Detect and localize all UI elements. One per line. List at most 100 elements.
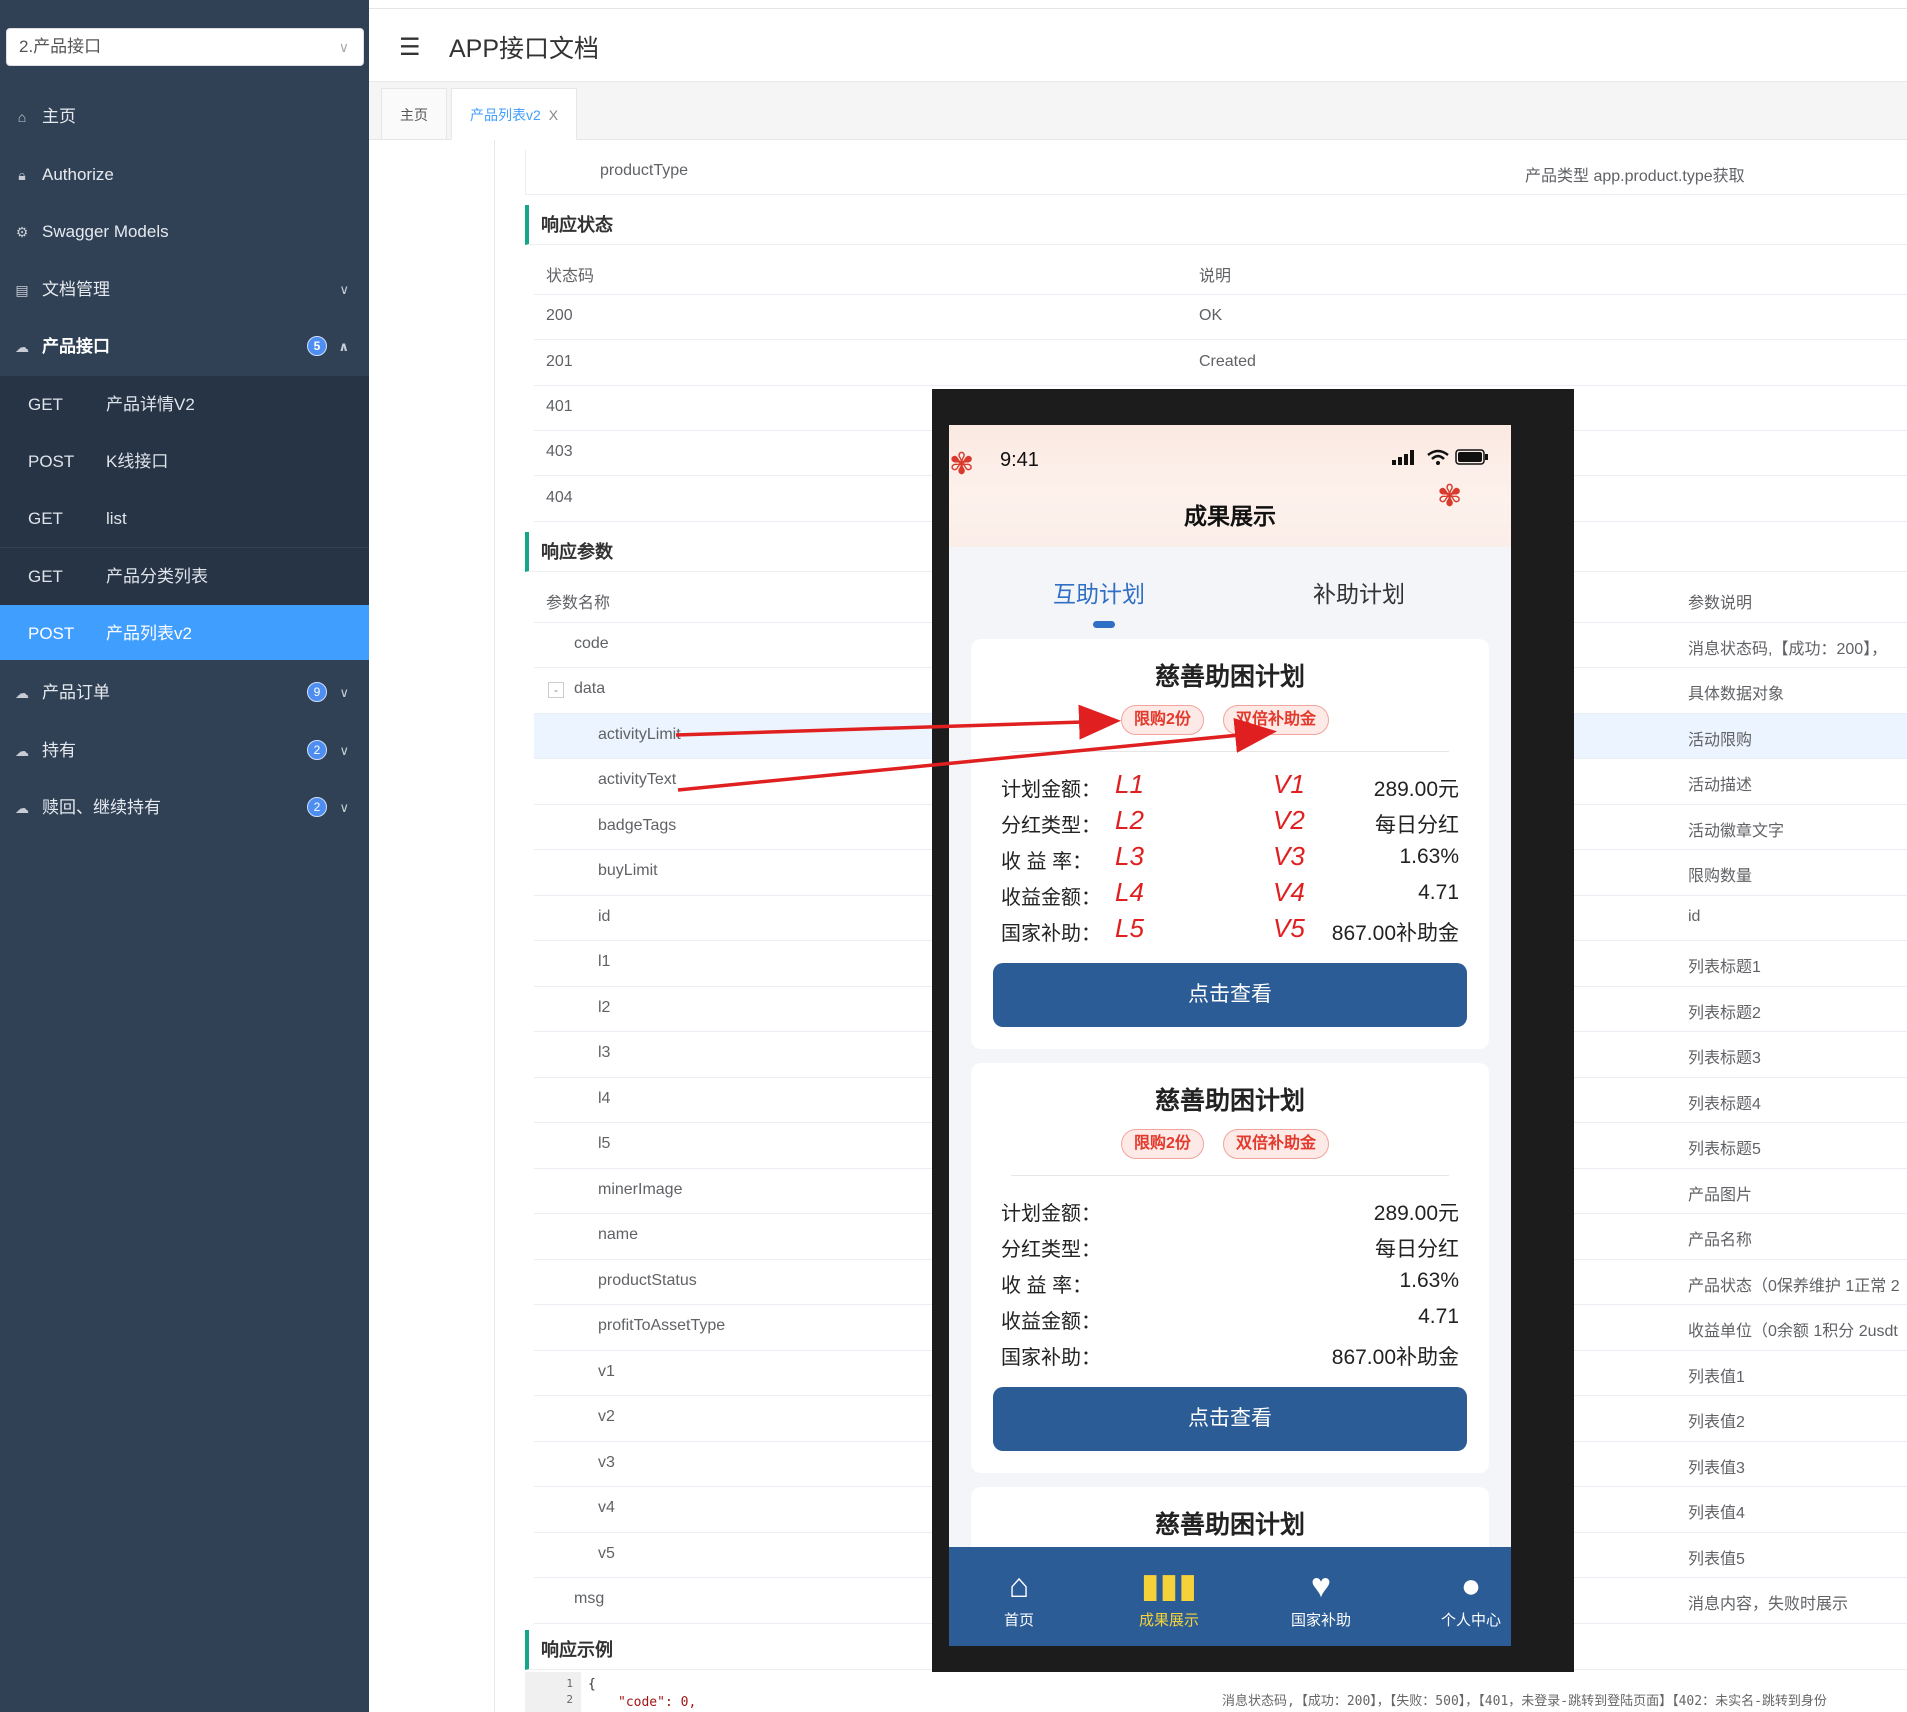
annotation-l4: L4 xyxy=(1115,877,1144,907)
annotation-v3: V3 xyxy=(1273,841,1305,871)
bonus-tag: 双倍补助金 xyxy=(1223,705,1330,735)
param-name: msg xyxy=(574,1590,605,1607)
param-desc: 列表值4 xyxy=(1688,1505,1745,1522)
sidebar-item-redeem[interactable]: ☁ 赎回、继续持有 2 ∨ xyxy=(0,779,369,836)
divider xyxy=(1011,751,1449,752)
code-line: "code": 0, xyxy=(618,1695,697,1710)
menu-fold-icon[interactable]: ☰ xyxy=(399,33,421,62)
tabbar-label: 首页 xyxy=(1003,1612,1034,1629)
sidebar-item-label: Authorize xyxy=(42,165,114,184)
status-code: 404 xyxy=(546,489,573,506)
param-name: v1 xyxy=(598,1362,615,1380)
sidebar-item-label: 产品接口 xyxy=(42,337,110,356)
sidebar-item-label: 产品订单 xyxy=(42,683,110,702)
tabbar-profile[interactable]: ● 个人中心 xyxy=(1401,1547,1511,1646)
section-title: 响应参数 xyxy=(541,542,613,562)
sidebar-subitem-product-list-v2[interactable]: POST 产品列表v2 xyxy=(0,605,369,660)
row-value: 867.00补助金 xyxy=(1331,1346,1459,1369)
row-key: 收益金额： xyxy=(1001,1311,1101,1333)
sidebar-item-authorize[interactable]: 🔒︎ Authorize xyxy=(0,146,369,203)
param-desc: id xyxy=(1688,907,1701,925)
status-code: 403 xyxy=(546,443,573,460)
sidebar-item-swagger-models[interactable]: ⚙ Swagger Models xyxy=(0,203,369,260)
code-gutter: 1 2 xyxy=(525,1672,581,1712)
phone-tabs: 互助计划 补助计划 xyxy=(949,547,1511,628)
plan-card: 慈善助困计划 限购2份 双倍补助金 计划金额： 289.00元 分红类型： 每日… xyxy=(971,1063,1489,1473)
view-button[interactable]: 点击查看 xyxy=(993,1387,1467,1451)
param-name: productStatus xyxy=(598,1271,697,1289)
param-desc: 产品图片 xyxy=(1688,1186,1753,1204)
tabbar-home[interactable]: ⌂ 首页 xyxy=(949,1547,1089,1646)
count-badge: 2 xyxy=(307,797,327,817)
param-desc: 产品状态（0保养维护 1正常 2 xyxy=(1688,1277,1900,1295)
tabbar-subsidy[interactable]: ♥ 国家补助 xyxy=(1251,1547,1391,1646)
status-icons xyxy=(1392,449,1489,470)
tab-mutual-aid-plan[interactable]: 互助计划 xyxy=(1053,575,1145,609)
table-row: productType 产品类型 app.product.type获取 xyxy=(525,150,1907,195)
row-value: 1.63% xyxy=(1399,1269,1459,1292)
cloud-icon: ☁ xyxy=(15,800,29,816)
param-desc: 产品类型 app.product.type获取 xyxy=(1525,168,1745,185)
row-key: 收益金额： xyxy=(1001,887,1101,909)
document-icon: ▤ xyxy=(15,282,29,298)
param-name: name xyxy=(598,1226,639,1243)
sidebar-item-label: 持有 xyxy=(42,741,76,760)
sidebar-item-product-api[interactable]: ☁ 产品接口 5 ∧ xyxy=(0,318,369,375)
sidebar-item-home[interactable]: ⌂ 主页 xyxy=(0,88,369,145)
cloud-icon: ☁ xyxy=(15,685,29,701)
plan-card: 慈善助困计划 限购2份 双倍补助金 计划金额： L1 V1 289.00元 分红… xyxy=(971,639,1489,1049)
phone-screen: ✾ ✾ 9:41 成果展示 互助计划 补助计划 慈善助困计划 限购2份 双倍补助… xyxy=(949,425,1511,1646)
signal-icon xyxy=(1392,450,1415,465)
lock-icon: 🔒︎ xyxy=(18,167,26,183)
status-code: 401 xyxy=(546,398,573,415)
tab-subsidy-plan[interactable]: 补助计划 xyxy=(1313,575,1405,609)
row-value: 289.00元 xyxy=(1373,1202,1459,1225)
sidebar-item-label: 赎回、继续持有 xyxy=(42,798,161,817)
sidebar-item-holdings[interactable]: ☁ 持有 2 ∨ xyxy=(0,722,369,779)
param-name: v5 xyxy=(598,1544,615,1562)
param-desc: 限购数量 xyxy=(1688,868,1753,885)
sidebar-item-label: 主页 xyxy=(42,107,76,126)
sidebar-item-orders[interactable]: ☁ 产品订单 9 ∨ xyxy=(0,664,369,721)
sidebar-subitem-category-list[interactable]: GET 产品分类列表 xyxy=(0,548,369,605)
line-number: 2 xyxy=(566,1693,573,1706)
tabbar-label: 国家补助 xyxy=(1290,1612,1351,1629)
param-name: l4 xyxy=(598,1089,611,1107)
row-value: 每日分红 xyxy=(1375,1238,1459,1261)
cloud-icon: ☁ xyxy=(15,743,29,759)
param-name: l2 xyxy=(598,998,611,1016)
code-line: { xyxy=(588,1677,596,1692)
sidebar-subitem-label: list xyxy=(106,509,127,528)
param-name: badgeTags xyxy=(598,816,677,834)
chevron-down-icon: ∨ xyxy=(339,282,349,297)
code-block: { "code": 0, xyxy=(588,1676,696,1712)
column-header: 参数说明 xyxy=(1688,595,1753,612)
row-key: 收 益 率： xyxy=(1001,1275,1093,1297)
top-bar: ☰ APP接口文档 xyxy=(369,8,1907,82)
sidebar-item-docs[interactable]: ▤ 文档管理 ∨ xyxy=(0,261,369,318)
table-header: 状态码 说明 xyxy=(534,250,1907,295)
collapse-toggle[interactable]: - xyxy=(548,682,564,698)
group-selector[interactable]: 2.产品接口 ∨ xyxy=(6,28,364,66)
table-row: 200 OK xyxy=(534,295,1907,340)
row-value: 4.71 xyxy=(1418,1305,1459,1328)
sidebar-subitem-product-detail[interactable]: GET 产品详情V2 xyxy=(0,376,369,433)
gear-icon: ⚙ xyxy=(15,224,29,240)
phone-tabbar: ⌂ 首页 ▮▮▮ 成果展示 ♥ 国家补助 ● 个人中心 xyxy=(949,1547,1511,1646)
param-name: activityText xyxy=(598,771,677,788)
tabbar-results[interactable]: ▮▮▮ 成果展示 xyxy=(1099,1547,1239,1646)
param-desc: 活动限购 xyxy=(1688,731,1753,749)
param-desc: 列表标题3 xyxy=(1688,1050,1761,1067)
tab-label: 产品列表v2 xyxy=(470,107,541,123)
limit-tag: 限购2份 xyxy=(1121,1129,1204,1159)
row-value: 1.63% xyxy=(1399,845,1459,868)
tab-product-list-v2[interactable]: 产品列表v2 X xyxy=(451,88,578,140)
param-desc: 列表值1 xyxy=(1688,1368,1745,1386)
tab-home[interactable]: 主页 xyxy=(381,88,447,140)
view-button[interactable]: 点击查看 xyxy=(993,963,1467,1027)
http-method: GET xyxy=(28,509,63,528)
sidebar-subitem-list[interactable]: GET list xyxy=(0,490,369,547)
close-icon[interactable]: X xyxy=(549,107,558,123)
sidebar-subitem-kline[interactable]: POST K线接口 xyxy=(0,433,369,490)
phone-header: ✾ ✾ 9:41 成果展示 xyxy=(949,425,1511,547)
